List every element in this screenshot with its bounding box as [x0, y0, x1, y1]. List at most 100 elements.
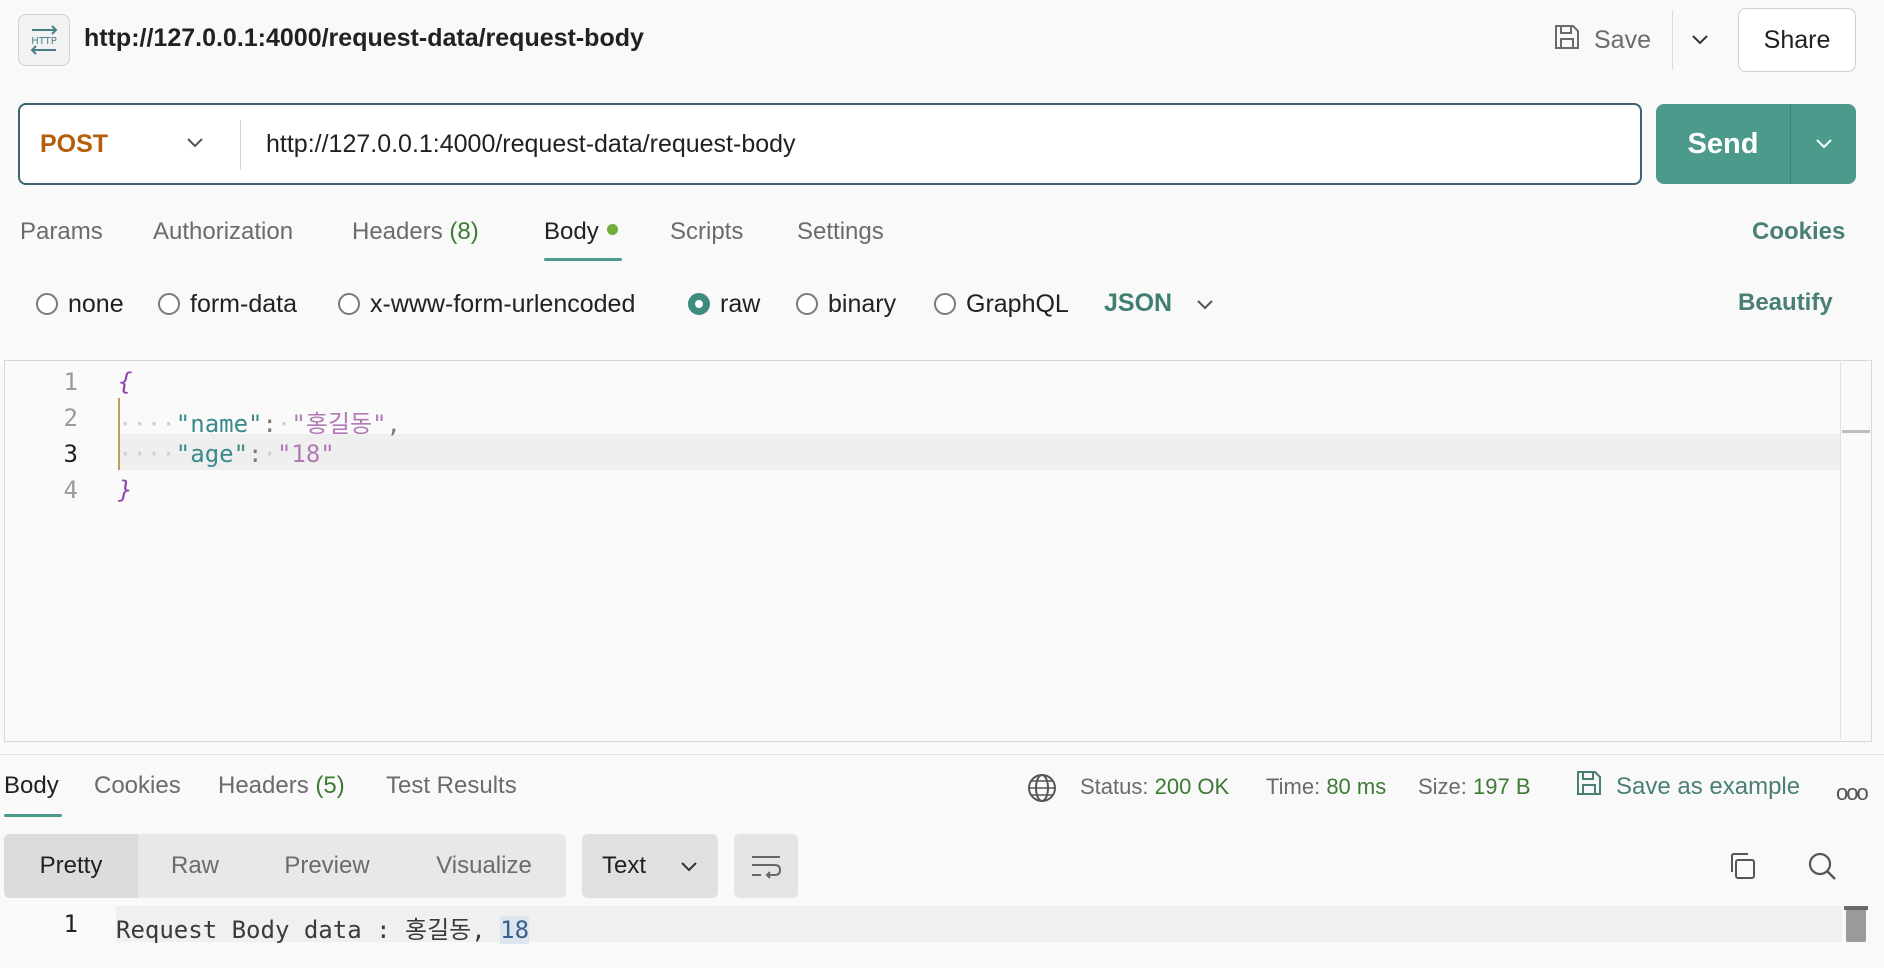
save-button[interactable]: Save: [1552, 18, 1651, 62]
response-divider[interactable]: [0, 754, 1884, 755]
status-value: 200 OK: [1154, 774, 1230, 799]
response-body-text[interactable]: Request Body data : 홍길동, 18: [116, 910, 530, 945]
radio-binary-circle[interactable]: [796, 293, 818, 315]
http-request-icon: HTTP: [18, 14, 70, 66]
tab-params[interactable]: Params: [20, 218, 103, 246]
tab-headers[interactable]: Headers (8): [352, 218, 479, 246]
radio-form-data-label: form-data: [190, 289, 297, 318]
beautify-button[interactable]: Beautify: [1738, 289, 1833, 317]
current-line-highlight: [118, 434, 1840, 470]
time-label: Time:: [1266, 774, 1321, 799]
response-tab-headers-count: (5): [315, 772, 345, 799]
tab-authorization[interactable]: Authorization: [153, 218, 293, 246]
save-divider: [1672, 10, 1673, 70]
radio-raw-label: raw: [720, 289, 761, 318]
response-time[interactable]: Time: 80 ms: [1266, 774, 1386, 800]
status-label: Status:: [1080, 774, 1149, 799]
radio-raw-circle[interactable]: [688, 293, 710, 315]
editor-scrollbar[interactable]: [1840, 362, 1870, 740]
view-visualize[interactable]: Visualize: [402, 834, 566, 898]
body-format-chevron-down-icon[interactable]: [1192, 290, 1218, 320]
response-view-switcher: Pretty Raw Preview Visualize: [4, 834, 566, 898]
response-tab-test-results[interactable]: Test Results: [386, 772, 517, 800]
radio-urlencoded-circle[interactable]: [338, 293, 360, 315]
tab-body-label: Body: [544, 218, 599, 245]
code-line: }: [118, 476, 132, 504]
body-modified-dot: [606, 224, 618, 236]
save-as-example-label: Save as example: [1616, 772, 1801, 800]
request-title[interactable]: http://127.0.0.1:4000/request-data/reque…: [84, 24, 644, 53]
tab-scripts[interactable]: Scripts: [670, 218, 743, 246]
response-format-label: Text: [602, 852, 647, 879]
radio-none-label: none: [68, 289, 124, 318]
tab-body[interactable]: Body: [544, 218, 618, 246]
size-value: 197 B: [1473, 774, 1531, 799]
response-format-select[interactable]: Text: [582, 834, 718, 898]
time-value: 80 ms: [1326, 774, 1387, 799]
method-chevron-down-icon[interactable]: [180, 128, 210, 158]
radio-none[interactable]: none: [36, 288, 124, 320]
radio-graphql-label: GraphQL: [966, 289, 1069, 318]
radio-graphql[interactable]: GraphQL: [934, 288, 1069, 320]
radio-form-data[interactable]: form-data: [158, 288, 297, 320]
svg-text:HTTP: HTTP: [31, 36, 57, 47]
response-scrollbar[interactable]: [1846, 906, 1866, 942]
radio-binary-label: binary: [828, 289, 897, 318]
response-tab-body[interactable]: Body: [4, 772, 59, 800]
radio-form-data-circle[interactable]: [158, 293, 180, 315]
view-preview[interactable]: Preview: [252, 834, 402, 898]
tab-headers-label: Headers: [352, 218, 443, 245]
line-number: 1: [63, 368, 78, 396]
line-number: 1: [63, 910, 78, 938]
more-options-icon[interactable]: ooo: [1836, 780, 1869, 806]
send-button[interactable]: Send: [1656, 104, 1790, 184]
line-number: 3: [63, 440, 78, 468]
save-options-chevron-down-icon[interactable]: [1682, 20, 1718, 60]
response-size[interactable]: Size: 197 B: [1418, 774, 1531, 800]
cookies-link[interactable]: Cookies: [1752, 218, 1845, 246]
body-format-select[interactable]: JSON: [1104, 289, 1172, 318]
line-number: 4: [63, 476, 78, 504]
copy-icon[interactable]: [1722, 846, 1762, 886]
editor-scrollbar-marker: [1842, 430, 1870, 433]
view-raw[interactable]: Raw: [138, 834, 252, 898]
url-input[interactable]: http://127.0.0.1:4000/request-data/reque…: [266, 130, 796, 159]
wrap-lines-icon[interactable]: [734, 834, 798, 898]
line-number: 2: [63, 404, 78, 432]
close-brace: }: [118, 476, 133, 504]
save-as-example-button[interactable]: Save as example: [1574, 768, 1800, 805]
code-line: {: [118, 368, 132, 396]
active-tab-indicator: [544, 258, 622, 261]
response-tab-cookies[interactable]: Cookies: [94, 772, 181, 800]
response-status[interactable]: Status: 200 OK: [1080, 774, 1229, 800]
radio-graphql-circle[interactable]: [934, 293, 956, 315]
radio-raw[interactable]: raw: [688, 288, 760, 320]
method-select[interactable]: POST: [40, 130, 108, 159]
radio-none-circle[interactable]: [36, 293, 58, 315]
code-line: ····"name":·"홍길동",: [118, 410, 401, 438]
share-button[interactable]: Share: [1738, 8, 1856, 72]
url-bar: [18, 103, 1642, 185]
save-icon: [1574, 768, 1604, 805]
search-icon[interactable]: [1802, 846, 1842, 886]
save-icon: [1552, 22, 1582, 59]
open-brace: {: [118, 368, 133, 396]
response-text: Request Body data : 홍길동,: [116, 916, 501, 944]
radio-binary[interactable]: binary: [796, 288, 896, 320]
code-line: ····"age":·"18": [118, 440, 335, 468]
globe-icon[interactable]: [1026, 772, 1058, 804]
radio-urlencoded-label: x-www-form-urlencoded: [370, 289, 636, 318]
chevron-down-icon: [680, 852, 698, 880]
view-pretty[interactable]: Pretty: [4, 834, 138, 898]
response-scrollbar-cap: [1844, 906, 1868, 910]
json-key: "age": [175, 440, 249, 468]
json-value: "18": [276, 440, 335, 468]
send-options-chevron-down-icon[interactable]: [1790, 104, 1856, 184]
save-label: Save: [1594, 25, 1651, 54]
json-key: "name": [175, 410, 263, 438]
url-divider: [240, 120, 241, 170]
response-tab-headers[interactable]: Headers (5): [218, 772, 345, 800]
radio-urlencoded[interactable]: x-www-form-urlencoded: [338, 288, 635, 320]
size-label: Size:: [1418, 774, 1467, 799]
tab-settings[interactable]: Settings: [797, 218, 884, 246]
